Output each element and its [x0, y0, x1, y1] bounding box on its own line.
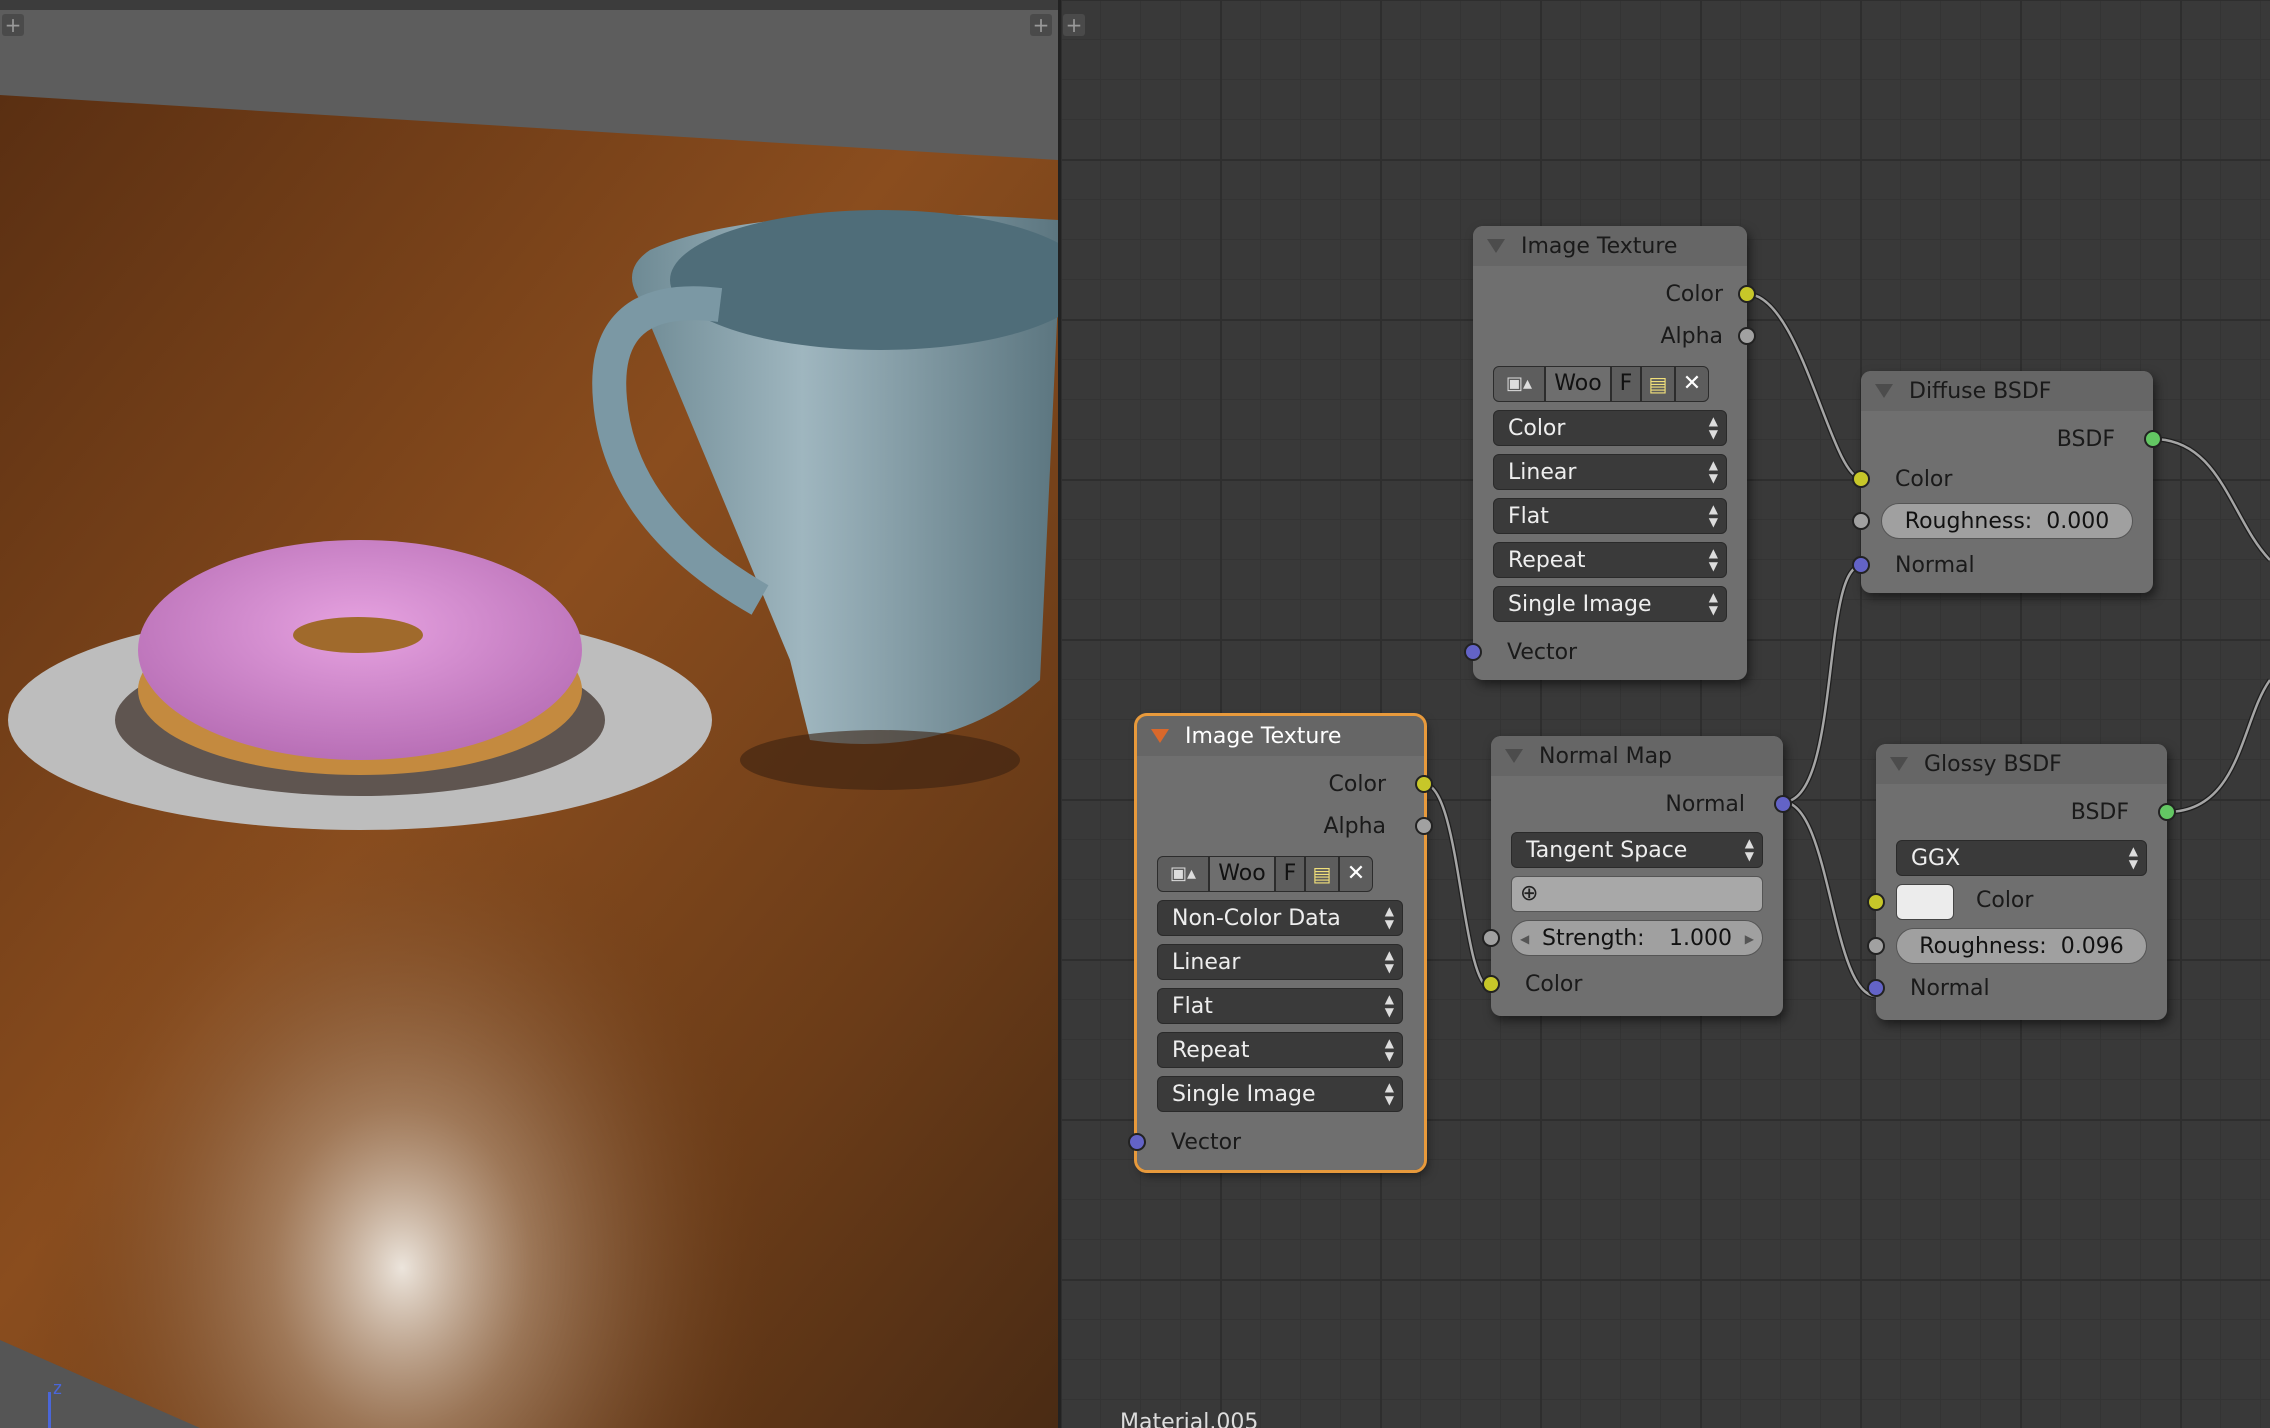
output-color-label: Color [1665, 282, 1723, 307]
output-color-label: Color [1328, 772, 1386, 797]
node-header[interactable]: Normal Map [1491, 736, 1783, 776]
strength-input-socket[interactable] [1482, 929, 1500, 947]
color-space-dropdown[interactable]: Color ▲ ▼ [1493, 410, 1727, 446]
node-header[interactable]: Diffuse BSDF [1861, 371, 2153, 411]
decrement-arrow-icon[interactable]: ◀ [1520, 921, 1529, 957]
output-normal-label: Normal [1665, 792, 1745, 817]
interpolation-dropdown[interactable]: Linear ▲ ▼ [1493, 454, 1727, 490]
node-title: Image Texture [1521, 233, 1678, 259]
color-output-socket[interactable] [1415, 775, 1433, 793]
distribution-dropdown[interactable]: GGX ▲ ▼ [1896, 840, 2147, 876]
output-bsdf-label: BSDF [2056, 427, 2115, 452]
input-color-label: Color [1895, 467, 1953, 492]
image-name-field[interactable]: Woo [1209, 856, 1275, 892]
normal-map-node[interactable]: Normal Map Normal Tangent Space ▲ ▼ ⊕ ◀ St… [1482, 736, 1792, 1016]
roughness-slider[interactable]: Roughness: 0.096 [1896, 928, 2147, 964]
image-selector[interactable]: ▣▴ Woo F ▤ ✕ [1157, 856, 1373, 892]
normal-input-socket[interactable] [1867, 979, 1885, 997]
interpolation-dropdown[interactable]: Linear ▲ ▼ [1157, 944, 1403, 980]
plus-icon[interactable]: + [2, 14, 24, 36]
collapse-triangle-icon[interactable] [1505, 749, 1523, 763]
output-alpha-label: Alpha [1323, 814, 1386, 839]
collapse-triangle-icon[interactable] [1875, 384, 1893, 398]
node-title: Diffuse BSDF [1909, 378, 2052, 404]
collapse-triangle-icon[interactable] [1151, 729, 1169, 743]
viewport-header-strip [0, 0, 1058, 10]
vector-input-socket[interactable] [1128, 1133, 1146, 1151]
glossy-bsdf-node[interactable]: Glossy BSDF BSDF GGX ▲ ▼ Color Roughness: … [1867, 744, 2176, 1020]
color-input-socket[interactable] [1482, 975, 1500, 993]
image-selector[interactable]: ▣▴ Woo F ▤ ✕ [1493, 366, 1709, 402]
close-icon[interactable]: ✕ [1675, 366, 1709, 402]
input-color-label: Color [1525, 972, 1583, 997]
strength-slider[interactable]: ◀ Strength: 1.000 ▶ [1511, 920, 1763, 956]
axis-indicator [48, 1392, 51, 1428]
output-alpha-label: Alpha [1660, 324, 1723, 349]
diffuse-bsdf-node[interactable]: Diffuse BSDF BSDF Color Roughness: 0.000… [1852, 371, 2162, 593]
image-browse-icon[interactable]: ▣▴ [1493, 366, 1545, 402]
normal-input-socket[interactable] [1852, 556, 1870, 574]
node-editor[interactable]: + Image Texture Color Alpha ▣▴ Woo F ▤ ✕… [1061, 0, 2270, 1428]
source-dropdown[interactable]: Single Image ▲ ▼ [1493, 586, 1727, 622]
alpha-output-socket[interactable] [1415, 817, 1433, 835]
input-vector-label: Vector [1507, 640, 1578, 665]
output-bsdf-label: BSDF [2070, 800, 2129, 825]
render-viewport[interactable]: + + z [0, 0, 1058, 1428]
node-header[interactable]: Glossy BSDF [1876, 744, 2167, 784]
node-title: Glossy BSDF [1924, 751, 2062, 777]
image-texture-node[interactable]: Image Texture Color Alpha ▣▴ Woo F ▤ ✕ C… [1464, 226, 1756, 680]
bsdf-output-socket[interactable] [2158, 803, 2176, 821]
projection-dropdown[interactable]: Flat ▲ ▼ [1157, 988, 1403, 1024]
axis-label: z [52, 1378, 63, 1399]
roughness-input-socket[interactable] [1867, 937, 1885, 955]
image-texture-node-active[interactable]: Image Texture Color Alpha ▣▴ Woo F ▤ ✕ N… [1128, 713, 1433, 1173]
uv-map-icon: ⊕ [1520, 881, 1539, 906]
node-title: Image Texture [1185, 723, 1342, 749]
color-space-dropdown[interactable]: Non-Color Data ▲ ▼ [1157, 900, 1403, 936]
input-vector-label: Vector [1171, 1130, 1242, 1155]
open-folder-icon[interactable]: ▤ [1641, 366, 1675, 402]
source-dropdown[interactable]: Single Image ▲ ▼ [1157, 1076, 1403, 1112]
color-input-socket[interactable] [1867, 893, 1885, 911]
bsdf-output-socket[interactable] [2144, 430, 2162, 448]
roughness-input-socket[interactable] [1852, 512, 1870, 530]
material-name-label: Material.005 [1120, 1410, 1259, 1428]
close-icon[interactable]: ✕ [1339, 856, 1373, 892]
input-color-label: Color [1976, 888, 2034, 913]
space-dropdown[interactable]: Tangent Space ▲ ▼ [1511, 832, 1763, 868]
input-normal-label: Normal [1910, 976, 1990, 1001]
node-header[interactable]: Image Texture [1473, 226, 1747, 266]
node-header[interactable]: Image Texture [1137, 716, 1424, 756]
uv-map-field[interactable]: ⊕ [1511, 876, 1763, 912]
input-normal-label: Normal [1895, 553, 1975, 578]
projection-dropdown[interactable]: Flat ▲ ▼ [1493, 498, 1727, 534]
node-title: Normal Map [1539, 743, 1673, 769]
collapse-triangle-icon[interactable] [1890, 757, 1908, 771]
render-scene [0, 0, 1058, 1428]
extension-dropdown[interactable]: Repeat ▲ ▼ [1157, 1032, 1403, 1068]
node-links [1423, 291, 2270, 999]
open-folder-icon[interactable]: ▤ [1305, 856, 1339, 892]
image-name-field[interactable]: Woo [1545, 366, 1611, 402]
color-swatch[interactable] [1896, 884, 1954, 920]
fake-user-button[interactable]: F [1611, 366, 1641, 402]
image-browse-icon[interactable]: ▣▴ [1157, 856, 1209, 892]
roughness-slider[interactable]: Roughness: 0.000 [1881, 503, 2133, 539]
increment-arrow-icon[interactable]: ▶ [1745, 921, 1754, 957]
normal-output-socket[interactable] [1774, 795, 1792, 813]
plus-icon[interactable]: + [1030, 14, 1052, 36]
color-input-socket[interactable] [1852, 470, 1870, 488]
color-output-socket[interactable] [1738, 285, 1756, 303]
extension-dropdown[interactable]: Repeat ▲ ▼ [1493, 542, 1727, 578]
collapse-triangle-icon[interactable] [1487, 239, 1505, 253]
vector-input-socket[interactable] [1464, 643, 1482, 661]
fake-user-button[interactable]: F [1275, 856, 1305, 892]
alpha-output-socket[interactable] [1738, 327, 1756, 345]
